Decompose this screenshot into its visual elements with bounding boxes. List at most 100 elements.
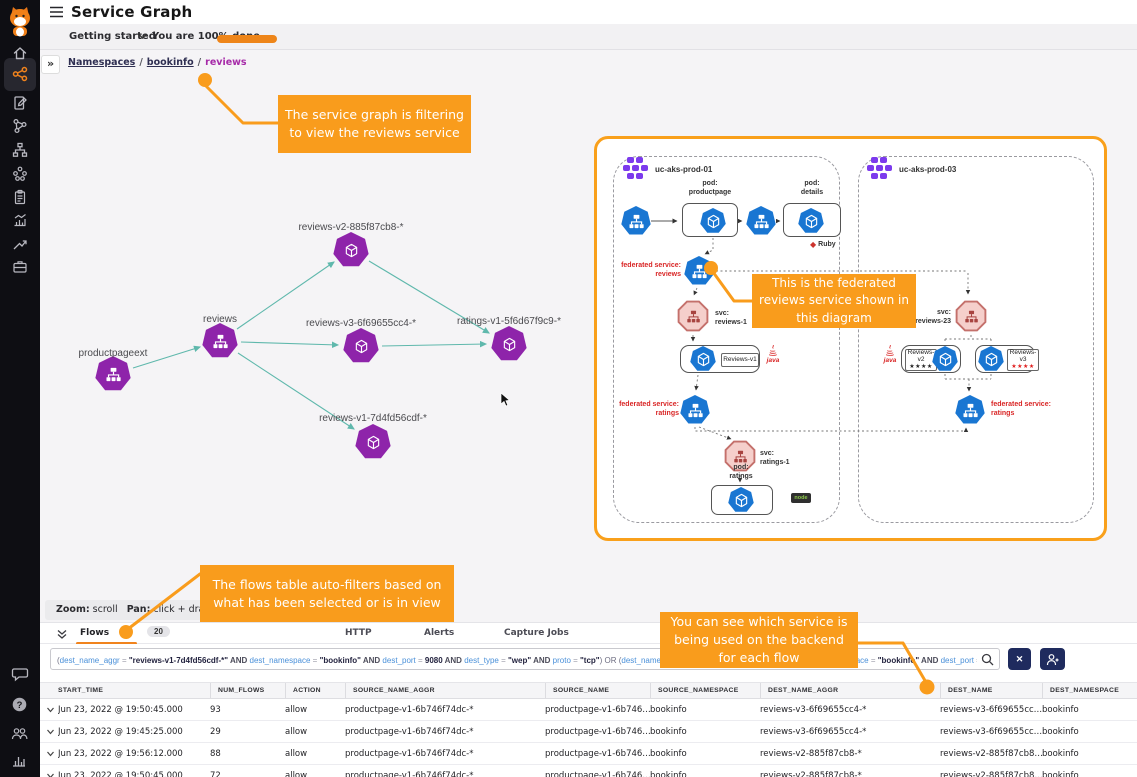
query-token: = xyxy=(974,656,977,665)
table-row[interactable]: Jun 23, 2022 @ 19:56:12.00088allowproduc… xyxy=(40,743,1137,765)
column-header-num_flows[interactable]: NUM_FLOWS xyxy=(210,683,285,698)
pan-label: Pan: xyxy=(127,604,151,615)
pod-productpage-label: pod: productpage xyxy=(680,179,740,198)
reviews-v1-label: Reviews-v1 xyxy=(721,353,759,367)
user-filter-button[interactable] xyxy=(1040,648,1065,670)
table-cell: bookinfo xyxy=(650,727,760,737)
table-cell: productpage-v1-6b746… xyxy=(545,727,650,737)
query-token: = xyxy=(416,656,425,665)
query-token: = xyxy=(571,656,580,665)
table-cell: reviews-v3-6f69655cc4-* xyxy=(760,705,940,715)
table-cell: 88 xyxy=(210,749,285,759)
table-cell: allow xyxy=(285,727,345,737)
table-cell: reviews-v3-6f69655cc… xyxy=(940,705,1042,715)
query-token: "bookinfo" xyxy=(320,656,361,665)
ruby-logo: ◆Ruby xyxy=(810,240,836,249)
column-header-dest_name_aggr[interactable]: DEST_NAME_AGGR xyxy=(760,683,940,698)
table-cell: reviews-v3-6f69655cc… xyxy=(940,727,1042,737)
table-cell: productpage-v1-6b746f74dc-* xyxy=(345,749,545,759)
nodejs-logo: node xyxy=(791,493,811,503)
query-token: = xyxy=(499,656,508,665)
query-token: dest_port xyxy=(382,656,415,665)
table-cell: Jun 23, 2022 @ 19:50:45.000 xyxy=(58,771,210,777)
query-token: = xyxy=(310,656,319,665)
architecture-diagram: uc-aks-prod-01 uc-aks-prod-03 pod: produ… xyxy=(594,136,1107,541)
table-row[interactable]: Jun 23, 2022 @ 19:45:25.00029allow produc… xyxy=(40,721,1137,743)
table-cell: Jun 23, 2022 @ 19:50:45.000 xyxy=(58,705,210,715)
table-cell: productpage-v1-6b746… xyxy=(545,771,650,777)
table-cell: productpage-v1-6b746… xyxy=(545,705,650,715)
query-token: AND xyxy=(919,656,940,665)
table-cell: Jun 23, 2022 @ 19:45:25.000 xyxy=(58,727,210,737)
table-cell: bookinfo xyxy=(650,749,760,759)
query-token: = xyxy=(120,656,129,665)
pod-details-label: pod: details xyxy=(783,179,841,198)
column-header-source_name_aggr[interactable]: SOURCE_NAME_AGGR xyxy=(345,683,545,698)
callout-flows-table: The flows table auto-filters based on wh… xyxy=(200,565,454,622)
row-expand-chevron-icon[interactable] xyxy=(40,705,58,714)
query-token: "wep" xyxy=(508,656,531,665)
query-token: dest_type xyxy=(464,656,499,665)
table-cell: bookinfo xyxy=(1042,771,1137,777)
column-header-start_time[interactable]: START_TIME xyxy=(58,687,210,694)
table-cell: productpage-v1-6b746f74dc-* xyxy=(345,771,545,777)
cluster-icon xyxy=(867,157,893,181)
cluster-name: uc-aks-prod-03 xyxy=(899,165,956,176)
query-token: = xyxy=(869,656,878,665)
app-window: ? Service Graph Getting started You are … xyxy=(0,0,1137,777)
federated-reviews-label: federated service: reviews xyxy=(605,261,681,280)
row-expand-chevron-icon[interactable] xyxy=(40,727,58,736)
table-cell: Jun 23, 2022 @ 19:56:12.000 xyxy=(58,749,210,759)
column-header-source_namespace[interactable]: SOURCE_NAMESPACE xyxy=(650,683,760,698)
table-cell: allow xyxy=(285,771,345,777)
table-cell: bookinfo xyxy=(1042,749,1137,759)
java-logo: java xyxy=(762,345,784,364)
table-cell: allow xyxy=(285,705,345,715)
graph-node-label: productpageext xyxy=(28,348,198,359)
clear-filter-button[interactable]: ✕ xyxy=(1008,648,1031,670)
table-cell: 72 xyxy=(210,771,285,777)
column-header-action[interactable]: ACTION xyxy=(285,683,345,698)
zoom-value: scroll xyxy=(90,604,127,615)
row-expand-chevron-icon[interactable] xyxy=(40,749,58,758)
table-cell: 93 xyxy=(210,705,285,715)
pod-ratings-label: pod: ratings xyxy=(709,463,773,482)
query-token: dest_namespace xyxy=(250,656,311,665)
tab-flows[interactable]: Flows xyxy=(80,628,109,638)
flows-table: Jun 23, 2022 @ 19:50:45.00093allowproduc… xyxy=(40,699,1137,777)
column-header-dest_namespace[interactable]: DEST_NAMESPACE xyxy=(1042,683,1137,698)
table-row[interactable]: Jun 23, 2022 @ 19:50:45.00093allow produc… xyxy=(40,699,1137,721)
table-cell: reviews-v2-885f87cb8-* xyxy=(760,749,940,759)
query-token: AND xyxy=(361,656,382,665)
callout-filtering: The service graph is filtering to view t… xyxy=(278,95,471,153)
query-token: AND xyxy=(443,656,464,665)
query-token: dest_port xyxy=(941,656,974,665)
tab-http[interactable]: HTTP xyxy=(345,628,372,638)
cluster-icon xyxy=(623,157,649,181)
query-token: AND xyxy=(531,656,552,665)
query-token: dest_name_aggr xyxy=(60,656,120,665)
query-token: proto xyxy=(553,656,571,665)
federated-ratings-label: federated service: ratings xyxy=(605,400,679,419)
search-icon[interactable] xyxy=(981,653,994,666)
stars-black: ★★★★ xyxy=(909,364,933,371)
callout-federated: This is the federated reviews service sh… xyxy=(752,274,916,328)
table-cell: allow xyxy=(285,749,345,759)
federated-ratings-label: federated service: ratings xyxy=(991,400,1067,419)
row-expand-chevron-icon[interactable] xyxy=(40,771,58,777)
query-token: ) OR ( xyxy=(600,656,622,665)
column-header-source_name[interactable]: SOURCE_NAME xyxy=(545,683,650,698)
collapse-panel-icon[interactable] xyxy=(56,628,68,640)
column-header-dest_name[interactable]: DEST_NAME xyxy=(940,683,1042,698)
flows-count-badge: 20 xyxy=(147,626,170,637)
query-token: AND xyxy=(228,656,249,665)
table-cell: bookinfo xyxy=(650,771,760,777)
tab-alerts[interactable]: Alerts xyxy=(424,628,454,638)
table-cell: 29 xyxy=(210,727,285,737)
graph-node-label: reviews-v3-6f69655cc4-* xyxy=(276,318,446,329)
table-cell: reviews-v3-6f69655cc4-* xyxy=(760,727,940,737)
tab-capture-jobs[interactable]: Capture Jobs xyxy=(504,628,569,638)
reviews-v2-label: Reviews-v2★★★★ xyxy=(905,349,937,371)
callout-backend: You can see which service is being used … xyxy=(660,612,858,668)
table-row[interactable]: Jun 23, 2022 @ 19:50:45.00072allowproduc… xyxy=(40,765,1137,777)
